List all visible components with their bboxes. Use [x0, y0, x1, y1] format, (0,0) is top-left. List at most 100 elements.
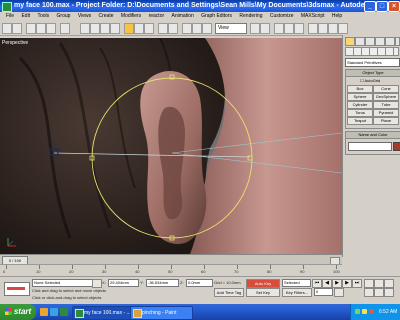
bind-space-warp-icon[interactable]	[46, 23, 56, 34]
align-icon[interactable]	[260, 23, 270, 34]
snaps-toggle-icon[interactable]	[182, 23, 192, 34]
curve-editor-icon[interactable]	[284, 23, 294, 34]
percent-snap-icon[interactable]	[202, 23, 212, 34]
object-name-field[interactable]	[348, 142, 392, 151]
material-editor-icon[interactable]	[308, 23, 318, 34]
rectangular-selection-icon[interactable]	[100, 23, 110, 34]
menu-reactor[interactable]: reactor	[149, 13, 165, 19]
window-crossing-icon[interactable]	[110, 23, 120, 34]
menu-rendering[interactable]: Rendering	[239, 13, 262, 19]
motion-tab-icon[interactable]	[375, 37, 385, 46]
select-by-name-icon[interactable]	[90, 23, 100, 34]
pan-icon[interactable]	[364, 288, 374, 297]
close-button[interactable]: ×	[388, 1, 400, 12]
viewport-label[interactable]: Perspective	[2, 40, 28, 46]
select-and-scale-icon[interactable]	[144, 23, 154, 34]
name-and-color-header[interactable]: Name and Color	[346, 132, 400, 139]
menu-graph-editors[interactable]: Graph Editors	[201, 13, 232, 19]
menu-maxscript[interactable]: MAXScript	[301, 13, 325, 19]
maximize-viewport-icon[interactable]	[384, 288, 394, 297]
key-filters-button[interactable]: Key Filters...	[282, 288, 312, 297]
render-setup-icon[interactable]	[318, 23, 328, 34]
undo-icon[interactable]	[2, 23, 12, 34]
quick-launch-folder-icon[interactable]	[40, 308, 48, 316]
reference-coordinate-dropdown[interactable]: View	[215, 23, 247, 34]
utilities-tab-icon[interactable]	[395, 37, 400, 46]
render-frame-icon[interactable]	[328, 23, 338, 34]
minimize-button[interactable]: _	[364, 1, 376, 12]
select-and-move-icon[interactable]	[124, 23, 134, 34]
menu-views[interactable]: Views	[78, 13, 91, 19]
menu-edit[interactable]: Edit	[21, 13, 30, 19]
go-to-start-icon[interactable]: ⏮	[312, 279, 322, 288]
time-configuration-icon[interactable]	[334, 288, 344, 297]
create-tab-icon[interactable]	[345, 37, 355, 46]
taskbar-item-paint[interactable]: pinching - Paint	[130, 306, 193, 320]
previous-frame-icon[interactable]: ◀	[322, 279, 332, 288]
quick-launch-3dsmax-icon[interactable]	[60, 308, 68, 316]
set-key-button[interactable]: Set Key	[246, 288, 280, 297]
mirror-icon[interactable]	[250, 23, 260, 34]
sphere-button[interactable]: Sphere	[347, 93, 373, 101]
autogrid-checkbox[interactable]: ☐ AutoGrid	[360, 78, 380, 83]
network-icon[interactable]	[355, 309, 360, 314]
auto-key-button[interactable]: Auto Key	[246, 279, 280, 288]
3dsmax-app-icon[interactable]	[2, 2, 12, 12]
pyramid-button[interactable]: Pyramid	[373, 109, 399, 117]
menu-customize[interactable]: Customize	[270, 13, 294, 19]
zoom-all-icon[interactable]	[374, 279, 384, 288]
y-coordinate-field[interactable]: -36.534mm	[146, 279, 179, 287]
torus-button[interactable]: Torus	[347, 109, 373, 117]
z-coordinate-field[interactable]: 0.0mm	[186, 279, 213, 287]
next-key-icon[interactable]: ▶	[342, 279, 352, 288]
maxscript-listener-mini[interactable]	[4, 282, 30, 296]
select-manipulate-icon[interactable]	[168, 23, 178, 34]
quick-render-icon[interactable]	[338, 23, 348, 34]
volume-icon[interactable]	[362, 309, 367, 314]
select-link-icon[interactable]	[26, 23, 36, 34]
plane-button[interactable]: Plane	[373, 117, 399, 125]
play-icon[interactable]: ▶	[332, 279, 342, 288]
modify-tab-icon[interactable]	[355, 37, 365, 46]
use-pivot-point-icon[interactable]	[158, 23, 168, 34]
teapot-button[interactable]: Teapot	[347, 117, 373, 125]
taskbar-item-3dsmax[interactable]: my face 100.max - ...	[72, 306, 139, 320]
unlink-icon[interactable]	[36, 23, 46, 34]
go-to-end-icon[interactable]: ⏭	[352, 279, 362, 288]
selected-dropdown[interactable]: Selected	[282, 279, 311, 287]
quick-launch-browser-icon[interactable]	[50, 308, 58, 316]
angle-snap-icon[interactable]	[192, 23, 202, 34]
menu-create[interactable]: Create	[98, 13, 113, 19]
tube-button[interactable]: Tube	[373, 101, 399, 109]
menu-modifiers[interactable]: Modifiers	[121, 13, 141, 19]
redo-icon[interactable]	[12, 23, 22, 34]
systems-icon[interactable]	[393, 47, 399, 56]
maximize-button[interactable]: □	[376, 1, 388, 12]
start-button[interactable]: start	[0, 304, 36, 320]
current-frame-field[interactable]: 0	[314, 288, 333, 296]
trackbar[interactable]: 0 10 20 30 40 50 60 70 80 90 100	[0, 264, 342, 276]
box-button[interactable]: Box	[347, 85, 373, 93]
add-time-tag-button[interactable]: Add Time Tag	[214, 288, 244, 297]
zoom-extents-icon[interactable]	[384, 279, 394, 288]
select-and-rotate-icon[interactable]	[134, 23, 144, 34]
menu-animation[interactable]: Animation	[172, 13, 194, 19]
display-tab-icon[interactable]	[385, 37, 395, 46]
lock-selection-icon[interactable]	[92, 279, 102, 288]
cone-button[interactable]: Cone	[373, 85, 399, 93]
menu-file[interactable]: File	[6, 13, 14, 19]
cylinder-button[interactable]: Cylinder	[347, 101, 373, 109]
menu-tools[interactable]: Tools	[37, 13, 49, 19]
x-coordinate-field[interactable]: 29.404mm	[108, 279, 139, 287]
schematic-view-icon[interactable]	[294, 23, 304, 34]
security-icon[interactable]	[369, 309, 374, 314]
object-type-header[interactable]: Object Type	[346, 70, 400, 77]
object-color-swatch[interactable]	[393, 142, 400, 151]
geosphere-button[interactable]: GeoSphere	[373, 93, 399, 101]
menu-group[interactable]: Group	[57, 13, 71, 19]
primitive-type-dropdown[interactable]: Standard Primitives	[345, 58, 400, 67]
layer-manager-icon[interactable]	[274, 23, 284, 34]
menu-help[interactable]: Help	[332, 13, 342, 19]
select-object-icon[interactable]	[80, 23, 90, 34]
selection-filter-icon[interactable]	[60, 23, 70, 34]
